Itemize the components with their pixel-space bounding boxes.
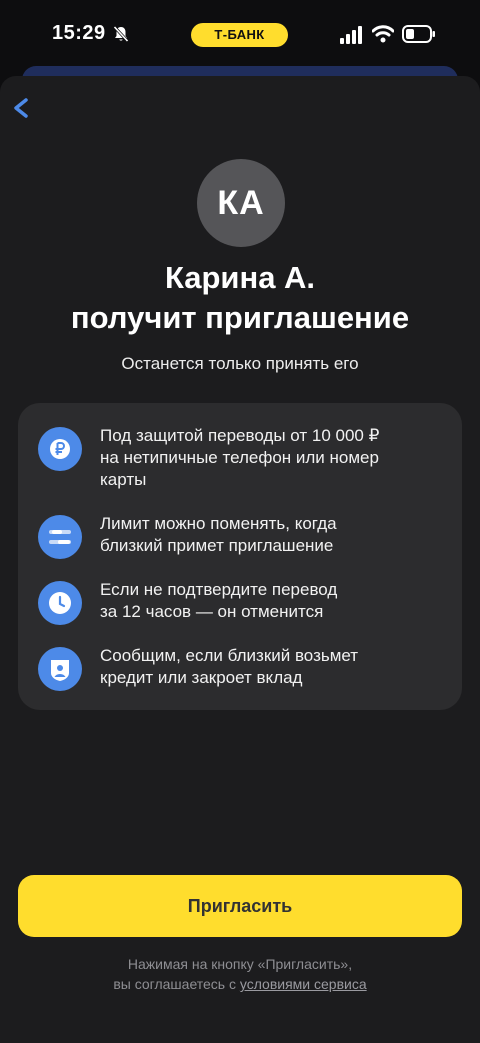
page-title: Карина А. получит приглашение [20, 258, 460, 338]
shield-user-icon [38, 647, 82, 691]
terms-link[interactable]: условиями сервиса [240, 976, 367, 992]
info-text-line: Сообщим, если близкий возьмет [100, 646, 359, 665]
invite-button[interactable]: Пригласить [18, 875, 462, 937]
signal-icon [340, 26, 362, 44]
terms-line-2: вы соглашаетесь с условиями сервиса [20, 974, 460, 994]
terms-notice: Нажимая на кнопку «Пригласить», вы согла… [20, 954, 460, 994]
title-line-1: Карина А. [164, 260, 316, 295]
info-text-line: карты [100, 470, 147, 489]
info-text-line: Под защитой переводы от 10 000 ₽ [100, 426, 380, 445]
info-text-line: на нетипичные телефон или номер [100, 448, 379, 467]
info-text-line: за 12 часов — он отменится [100, 602, 324, 621]
back-button[interactable] [8, 92, 36, 124]
chevron-left-icon [14, 98, 28, 118]
status-bar: 15:29 Т-БАНК [0, 0, 480, 72]
info-text-line: кредит или закроет вклад [100, 668, 303, 687]
clock-icon [38, 581, 82, 625]
wifi-icon [372, 25, 394, 43]
bell-slash-icon [113, 25, 129, 43]
title-line-2: получит приглашение [70, 300, 410, 335]
avatar: КА [197, 159, 285, 247]
status-time: 15:29 [52, 22, 106, 44]
ruble-icon [38, 427, 82, 471]
terms-line-1: Нажимая на кнопку «Пригласить», [127, 956, 353, 972]
carrier-badge: Т-БАНК [191, 23, 288, 47]
info-text-line: Лимит можно поменять, когда [100, 514, 337, 533]
sliders-icon [38, 515, 82, 559]
info-card: Под защитой переводы от 10 000 ₽ на нети… [18, 403, 462, 710]
info-text-line: близкий примет приглашение [100, 536, 334, 555]
info-text-line: Если не подтвердите перевод [100, 580, 338, 599]
terms-prefix: вы соглашаетесь с [113, 976, 240, 992]
page-subtitle: Останется только принять его [121, 354, 359, 373]
battery-icon [402, 25, 435, 43]
